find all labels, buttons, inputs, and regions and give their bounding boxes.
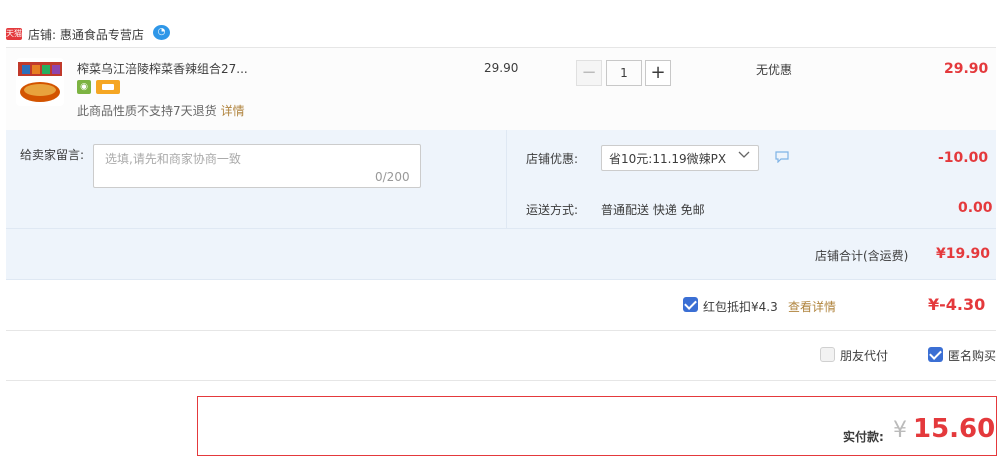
- credit-card-icon: [96, 80, 120, 94]
- tmall-logo-icon: 天猫: [6, 28, 22, 40]
- comment-icon[interactable]: [775, 151, 789, 163]
- seller-message-label: 给卖家留言:: [20, 148, 85, 162]
- shop-total-label: 店铺合计(含运费): [815, 249, 909, 263]
- payment-currency: ¥: [893, 418, 907, 443]
- shop-discount-label: 店铺优惠:: [526, 152, 579, 166]
- quantity-decrease-button[interactable]: −: [576, 60, 602, 86]
- shipping-method: 普通配送 快递 免邮: [601, 203, 705, 217]
- info-divider-horizontal: [6, 228, 996, 229]
- chevron-down-icon[interactable]: [737, 148, 751, 162]
- no-return-text: 此商品性质不支持7天退货: [77, 104, 217, 118]
- unit-price: 29.90: [484, 61, 519, 75]
- no-return-notice: 此商品性质不支持7天退货 详情: [77, 102, 245, 119]
- red-packet-detail-link[interactable]: 查看详情: [788, 298, 836, 315]
- guarantee-icon: ◉: [77, 80, 91, 94]
- item-title-link[interactable]: 榨菜乌江涪陵榨菜香辣组合27...: [77, 60, 248, 77]
- divider: [6, 330, 996, 331]
- item-discount-text: 无优惠: [756, 63, 793, 77]
- red-packet-checkbox[interactable]: [683, 297, 698, 312]
- quantity-increase-button[interactable]: +: [645, 60, 671, 86]
- shop-discount-selected: 省10元:11.19微辣PX: [609, 152, 727, 166]
- product-thumbnail[interactable]: [16, 58, 64, 106]
- shipping-label: 运送方式:: [526, 203, 579, 217]
- divider: [6, 380, 996, 381]
- payment-summary-box: [197, 396, 997, 456]
- friend-pay-label: 朋友代付: [840, 349, 889, 363]
- red-packet-amount: ¥-4.30: [928, 295, 986, 314]
- payment-label: 实付款:: [843, 430, 884, 444]
- friend-pay-checkbox[interactable]: [820, 347, 835, 362]
- item-total-price: 29.90: [944, 61, 989, 77]
- red-packet-label: 红包抵扣¥4.3: [703, 300, 778, 314]
- shipping-fee: 0.00: [958, 200, 993, 216]
- chat-seller-icon[interactable]: ◔: [153, 25, 170, 40]
- shop-discount-amount: -10.00: [938, 150, 989, 166]
- shop-total-amount: ¥19.90: [936, 246, 991, 262]
- return-detail-link[interactable]: 详情: [221, 104, 245, 118]
- quantity-input[interactable]: 1: [606, 60, 642, 86]
- shop-name[interactable]: 店铺: 惠通食品专营店: [28, 26, 144, 43]
- seller-message-placeholder: 选填,请先和商家协商一致: [105, 152, 241, 166]
- anonymous-purchase-checkbox[interactable]: [928, 347, 943, 362]
- anonymous-purchase-label: 匿名购买: [948, 349, 997, 363]
- payment-amount: 15.60: [913, 414, 996, 444]
- message-char-count: 0/200: [375, 170, 410, 184]
- info-divider: [506, 130, 507, 228]
